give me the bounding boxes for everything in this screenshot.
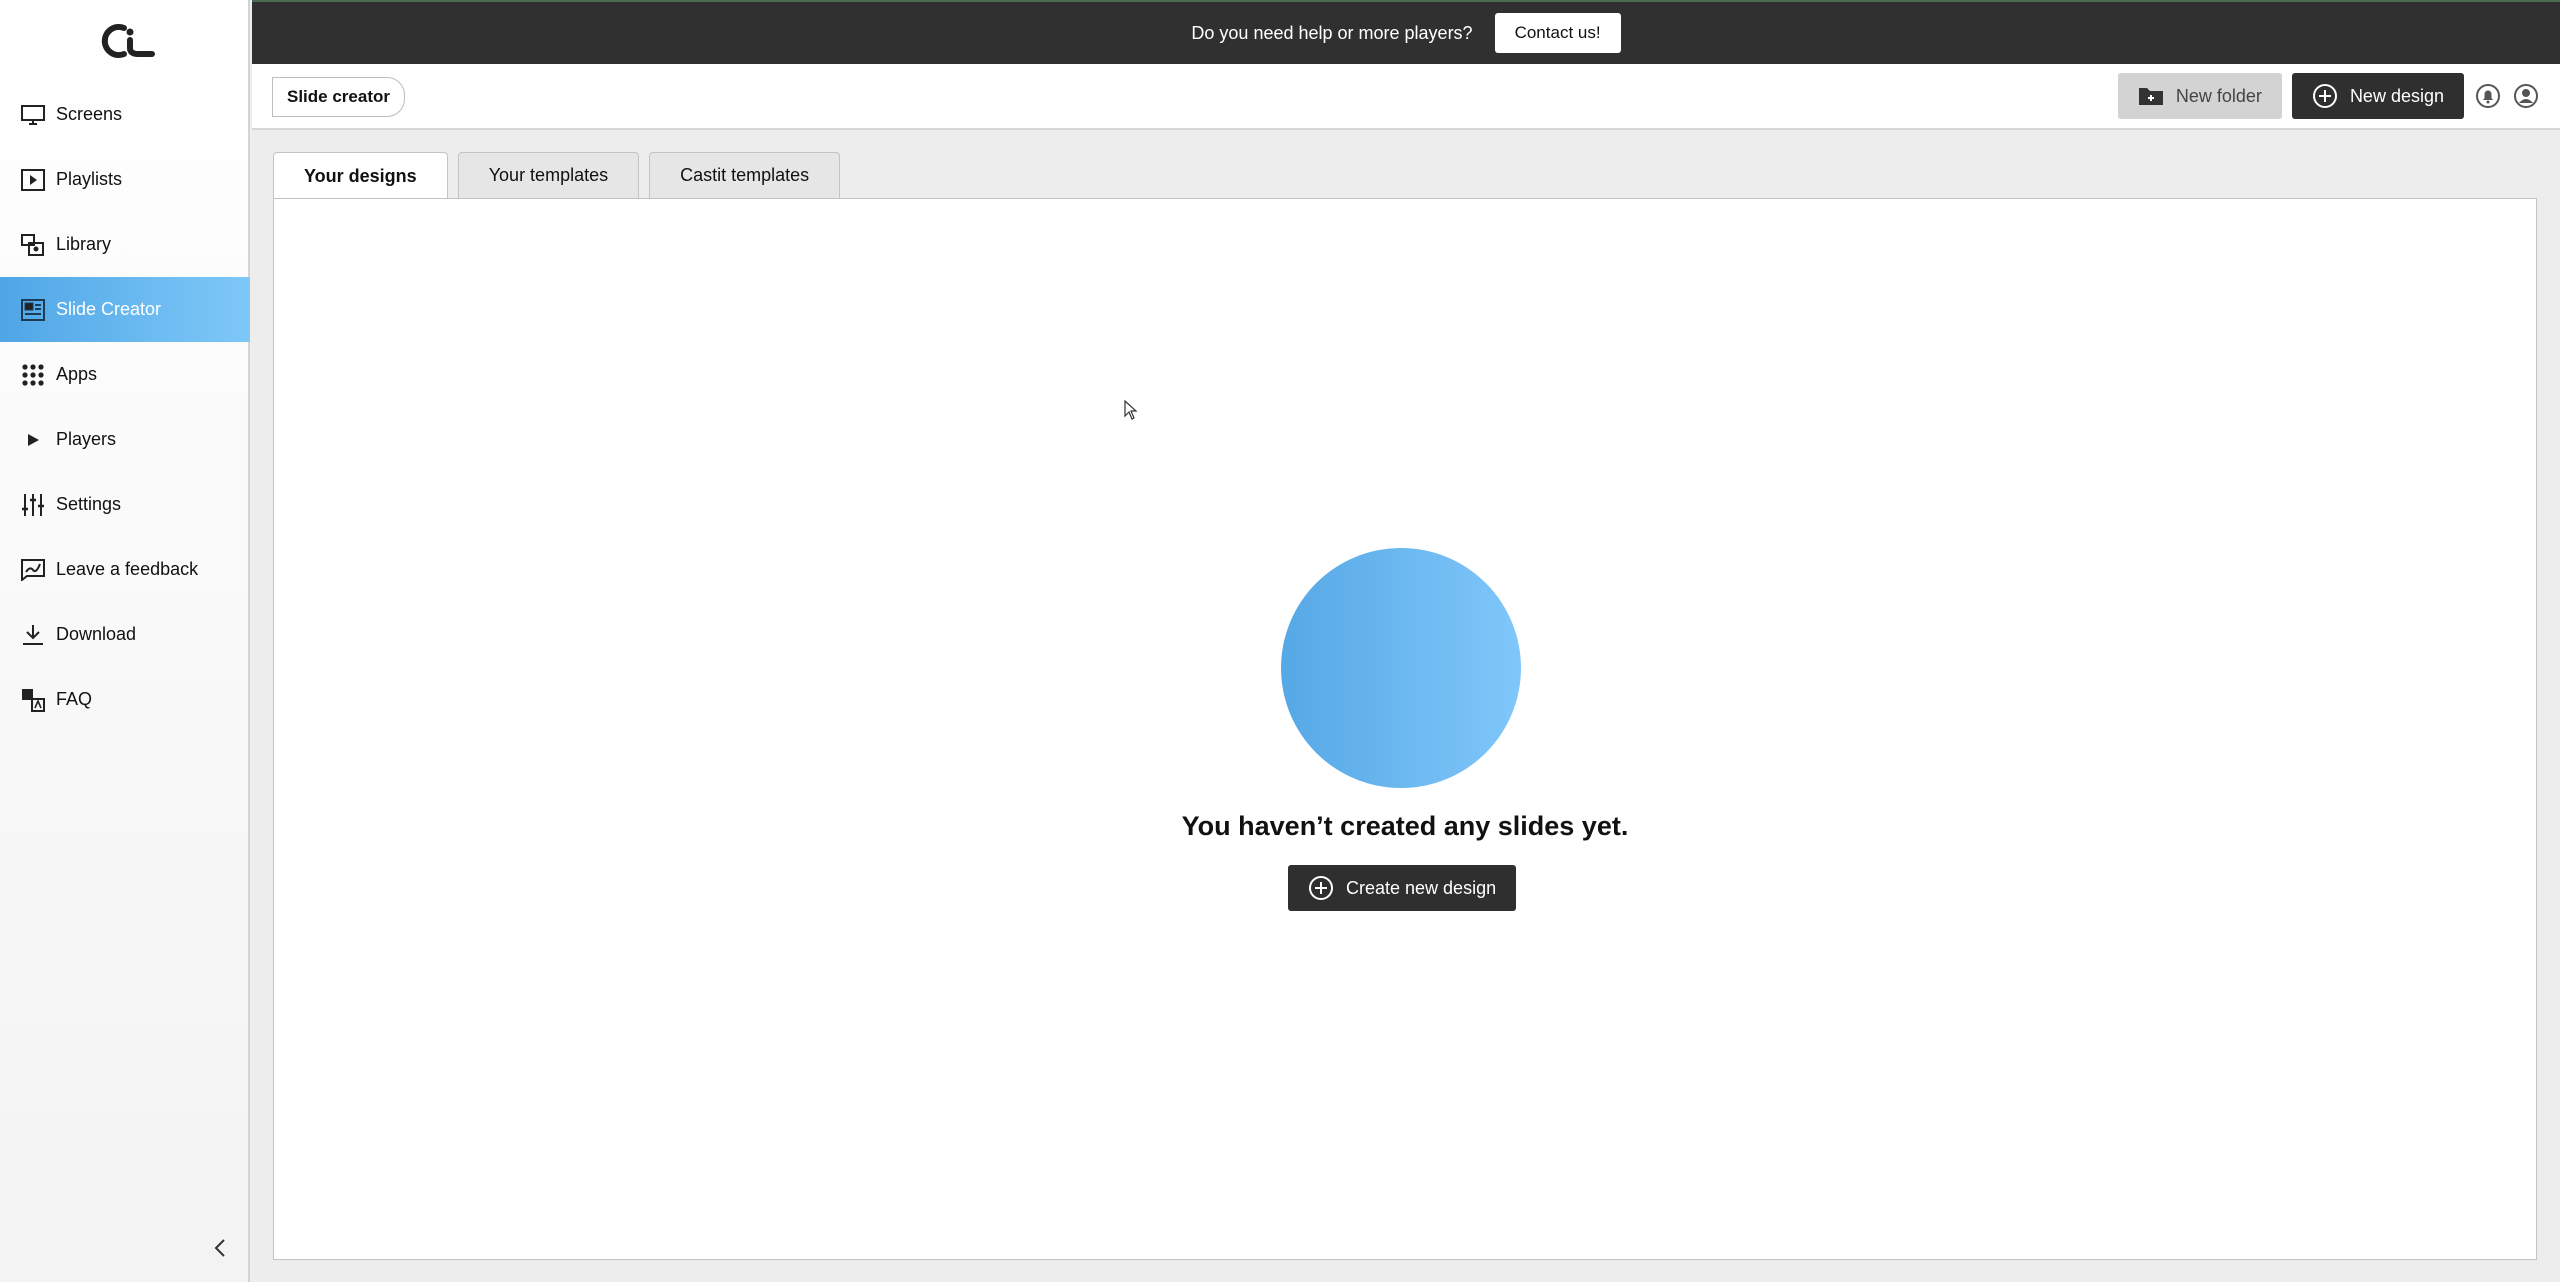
account-button[interactable] [2512,82,2540,110]
user-icon [2514,84,2538,108]
plus-circle-icon [2312,84,2337,108]
sidebar-item-label: Leave a feedback [56,559,199,579]
bell-icon [2476,84,2500,108]
mouse-cursor-icon [1124,399,1138,425]
chevron-left-icon [214,1239,225,1257]
download-icon [20,622,46,648]
sidebar-item-label: Apps [56,364,98,384]
sidebar-item-download[interactable]: Download [0,602,250,667]
empty-state-illustration [1281,548,1521,788]
sidebar-item-apps[interactable]: Apps [0,342,250,407]
contact-us-button[interactable]: Contact us! [1494,13,1621,53]
slide-creator-icon [20,297,46,323]
designs-panel: You haven’t created any slides yet. Crea… [273,198,2537,1260]
sidebar-item-label: Library [56,234,112,254]
page-header: Slide creator New folder New design [252,64,2560,130]
playlist-icon [20,167,46,193]
sidebar-item-feedback[interactable]: Leave a feedback [0,537,250,602]
new-design-label: New design [2349,85,2444,106]
castit-logo[interactable] [94,22,156,60]
plus-circle-icon [1309,876,1333,900]
collapse-sidebar-button[interactable] [208,1236,232,1260]
sidebar-item-players[interactable]: Players [0,407,250,472]
tab-your-templates[interactable]: Your templates [457,152,640,198]
sidebar-item-playlists[interactable]: Playlists [0,147,250,212]
sidebar-item-settings[interactable]: Settings [0,472,250,537]
sidebar-item-label: FAQ [56,689,93,709]
tab-your-designs[interactable]: Your designs [273,152,448,200]
sidebar-item-faq[interactable]: FAQ [0,667,250,732]
sidebar: Screens Playlists Library Slide Creator [0,0,250,1282]
sidebar-item-label: Screens [56,104,123,124]
monitor-icon [20,102,46,128]
create-new-design-button[interactable]: Create new design [1288,865,1517,911]
new-folder-button[interactable]: New folder [2117,73,2282,119]
play-icon [20,427,46,453]
sidebar-item-library[interactable]: Library [0,212,250,277]
breadcrumb[interactable]: Slide creator [272,77,405,117]
sidebar-item-label: Download [56,624,137,644]
sidebar-item-label: Settings [56,494,122,514]
sidebar-nav: Screens Playlists Library Slide Creator [0,82,250,732]
tab-castit-templates[interactable]: Castit templates [649,152,841,198]
empty-state-title: You haven’t created any slides yet. [1181,811,1629,841]
header-actions: New folder New design [2117,73,2540,119]
create-new-design-label: Create new design [1346,877,1497,898]
designs-tabs: Your designs Your templates Castit templ… [273,152,841,200]
new-design-button[interactable]: New design [2291,73,2464,119]
help-banner: Do you need help or more players? Contac… [252,0,2560,64]
library-icon [20,232,46,258]
feedback-icon [20,557,46,583]
grid-icon [20,362,46,388]
notifications-button[interactable] [2474,82,2502,110]
sidebar-item-label: Slide Creator [56,299,162,319]
sliders-icon [20,492,46,518]
sidebar-item-screens[interactable]: Screens [0,82,250,147]
sidebar-item-slide-creator[interactable]: Slide Creator [0,277,250,342]
sidebar-item-label: Players [56,429,117,449]
sidebar-item-label: Playlists [56,169,123,189]
folder-plus-icon [2138,88,2163,105]
banner-text: Do you need help or more players? [1191,22,1473,43]
new-folder-label: New folder [2175,85,2262,106]
faq-icon [20,687,46,713]
